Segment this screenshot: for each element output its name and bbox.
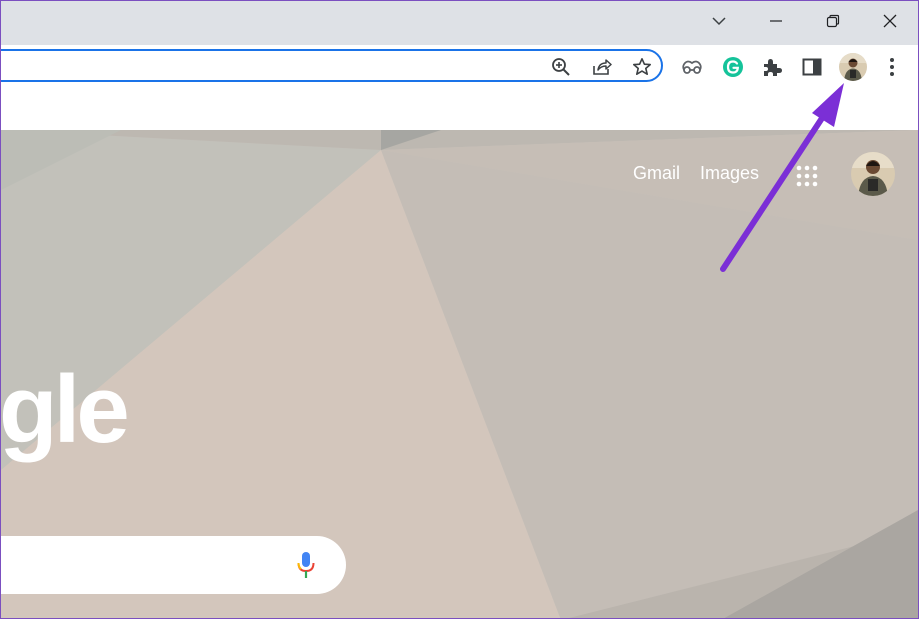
- browser-window: Gmail Images gle: [0, 0, 919, 619]
- google-account-avatar[interactable]: [851, 152, 895, 196]
- google-apps-button[interactable]: [791, 160, 823, 192]
- bookmark-button[interactable]: [630, 55, 654, 79]
- microphone-icon: [297, 552, 315, 578]
- chevron-down-icon: [712, 17, 726, 26]
- share-icon: [593, 59, 612, 75]
- apps-grid-icon: [796, 165, 818, 187]
- tab-search-button[interactable]: [696, 1, 742, 41]
- minimize-icon: [770, 20, 782, 22]
- more-menu-button[interactable]: [878, 53, 906, 81]
- google-search-box[interactable]: [1, 536, 346, 594]
- extension-link-button[interactable]: [678, 53, 706, 81]
- google-new-tab-page: Gmail Images gle: [1, 130, 918, 618]
- gmail-link[interactable]: Gmail: [633, 163, 680, 184]
- grammarly-icon: [723, 57, 743, 77]
- extensions-button[interactable]: [758, 53, 786, 81]
- browser-toolbar: [1, 45, 918, 90]
- bookmark-star-icon: [633, 58, 651, 75]
- account-avatar-image: [851, 152, 895, 196]
- images-link[interactable]: Images: [700, 163, 759, 184]
- puzzle-extensions-icon: [764, 59, 782, 76]
- profile-avatar-button[interactable]: [839, 53, 867, 81]
- grammarly-button[interactable]: [719, 53, 747, 81]
- restore-button[interactable]: [810, 1, 856, 41]
- zoom-button[interactable]: [549, 55, 573, 79]
- zoom-icon: [552, 58, 570, 76]
- close-button[interactable]: [867, 1, 913, 41]
- title-bar: [1, 1, 918, 45]
- share-button[interactable]: [590, 55, 614, 79]
- bookmarks-area: [1, 90, 918, 130]
- google-logo-partial: gle: [1, 356, 130, 463]
- profile-avatar: [839, 53, 867, 81]
- side-panel-icon: [802, 58, 822, 76]
- close-icon: [883, 14, 897, 28]
- restore-icon: [826, 14, 840, 28]
- more-menu-icon: [890, 58, 894, 76]
- minimize-button[interactable]: [753, 1, 799, 41]
- side-panel-button[interactable]: [798, 53, 826, 81]
- voice-search-button[interactable]: [291, 550, 321, 580]
- extension-link-icon: [682, 60, 702, 74]
